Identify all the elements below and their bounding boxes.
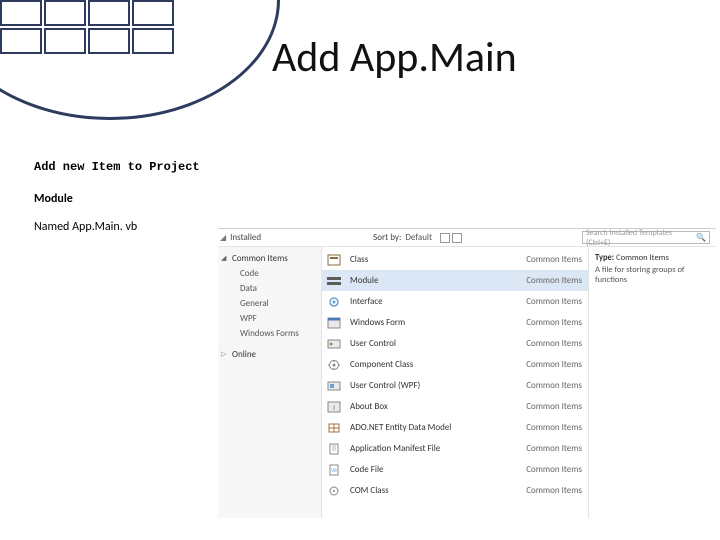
search-icon: 🔍: [696, 233, 706, 243]
tree-child-winforms[interactable]: Windows Forms: [218, 326, 321, 341]
tree-child-general[interactable]: General: [218, 296, 321, 311]
template-icon: [326, 442, 342, 456]
template-category: Common Items: [526, 317, 582, 328]
template-row[interactable]: User Control Common Items: [322, 333, 588, 354]
template-icon: i: [326, 400, 342, 414]
detail-description: A file for storing groups of functions: [595, 265, 710, 285]
add-new-item-dialog: ◢ Installed Sort by: Default Search Inst…: [218, 228, 716, 518]
template-icon: [326, 274, 342, 288]
template-row[interactable]: Windows Form Common Items: [322, 312, 588, 333]
template-row[interactable]: Application Manifest File Common Items: [322, 438, 588, 459]
search-input[interactable]: Search Installed Templates (Ctrl+E) 🔍: [582, 231, 710, 244]
template-category: Common Items: [526, 422, 582, 433]
template-row[interactable]: VB Code File Common Items: [322, 459, 588, 480]
template-category: Common Items: [526, 296, 582, 307]
template-name: Application Manifest File: [350, 443, 522, 454]
template-name: Windows Form: [350, 317, 522, 328]
template-row[interactable]: User Control (WPF) Common Items: [322, 375, 588, 396]
instruction-line-2: Module: [34, 192, 73, 206]
tree-common-items[interactable]: Common Items: [218, 251, 321, 266]
tree-child-wpf[interactable]: WPF: [218, 311, 321, 326]
template-name: Class: [350, 254, 522, 265]
tree-child-code[interactable]: Code: [218, 266, 321, 281]
template-row[interactable]: ADO.NET Entity Data Model Common Items: [322, 417, 588, 438]
dialog-toolbar: ◢ Installed Sort by: Default Search Inst…: [218, 229, 716, 247]
template-category: Common Items: [526, 275, 582, 286]
template-icon: [326, 358, 342, 372]
template-name: Code File: [350, 464, 522, 475]
template-icon: VB: [326, 463, 342, 477]
template-tree: Common Items Code Data General WPF Windo…: [218, 247, 322, 518]
template-category: Common Items: [526, 254, 582, 265]
template-name: Component Class: [350, 359, 522, 370]
template-category: Common Items: [526, 380, 582, 391]
template-category: Common Items: [526, 464, 582, 475]
template-category: Common Items: [526, 359, 582, 370]
template-name: About Box: [350, 401, 522, 412]
template-row[interactable]: Component Class Common Items: [322, 354, 588, 375]
template-name: ADO.NET Entity Data Model: [350, 422, 522, 433]
template-icon: [326, 295, 342, 309]
detail-type-value: Common Items: [616, 253, 669, 263]
template-category: Common Items: [526, 401, 582, 412]
template-list: ClassCommon ItemsModuleCommon ItemsInter…: [322, 247, 588, 518]
instruction-line-3: Named App.Main. vb: [34, 220, 137, 234]
template-name: Module: [350, 275, 522, 286]
template-row[interactable]: Interface Common Items: [322, 291, 588, 312]
template-row[interactable]: Class Common Items: [322, 249, 588, 270]
template-icon: [326, 316, 342, 330]
template-icon: [326, 253, 342, 267]
template-name: COM Class: [350, 485, 522, 496]
expand-caret-icon[interactable]: ◢: [220, 233, 226, 243]
tree-online[interactable]: Online: [218, 347, 321, 362]
template-row[interactable]: COM Class Common Items: [322, 480, 588, 501]
sort-by-label: Sort by:: [373, 232, 401, 243]
slide-deco-curve: [0, 0, 280, 120]
template-icon: [326, 379, 342, 393]
template-icon: [326, 421, 342, 435]
installed-label[interactable]: Installed: [230, 232, 261, 243]
template-row[interactable]: Module Common Items: [322, 270, 588, 291]
view-medium-icon[interactable]: [452, 233, 462, 243]
detail-type-label: Type:: [595, 253, 614, 263]
template-category: Common Items: [526, 443, 582, 454]
template-name: User Control (WPF): [350, 380, 522, 391]
template-icon: [326, 337, 342, 351]
template-row[interactable]: i About Box Common Items: [322, 396, 588, 417]
template-name: User Control: [350, 338, 522, 349]
template-name: Interface: [350, 296, 522, 307]
tree-child-data[interactable]: Data: [218, 281, 321, 296]
template-category: Common Items: [526, 485, 582, 496]
slide-title: Add App.Main: [272, 32, 517, 83]
svg-text:VB: VB: [331, 468, 337, 474]
view-small-icon[interactable]: [440, 233, 450, 243]
template-icon: [326, 484, 342, 498]
sort-by-value[interactable]: Default: [405, 232, 432, 243]
instruction-line-1: Add new Item to Project: [34, 160, 200, 174]
template-category: Common Items: [526, 338, 582, 349]
search-placeholder: Search Installed Templates (Ctrl+E): [586, 228, 696, 248]
template-detail-pane: Type: Common Items A file for storing gr…: [588, 247, 716, 518]
